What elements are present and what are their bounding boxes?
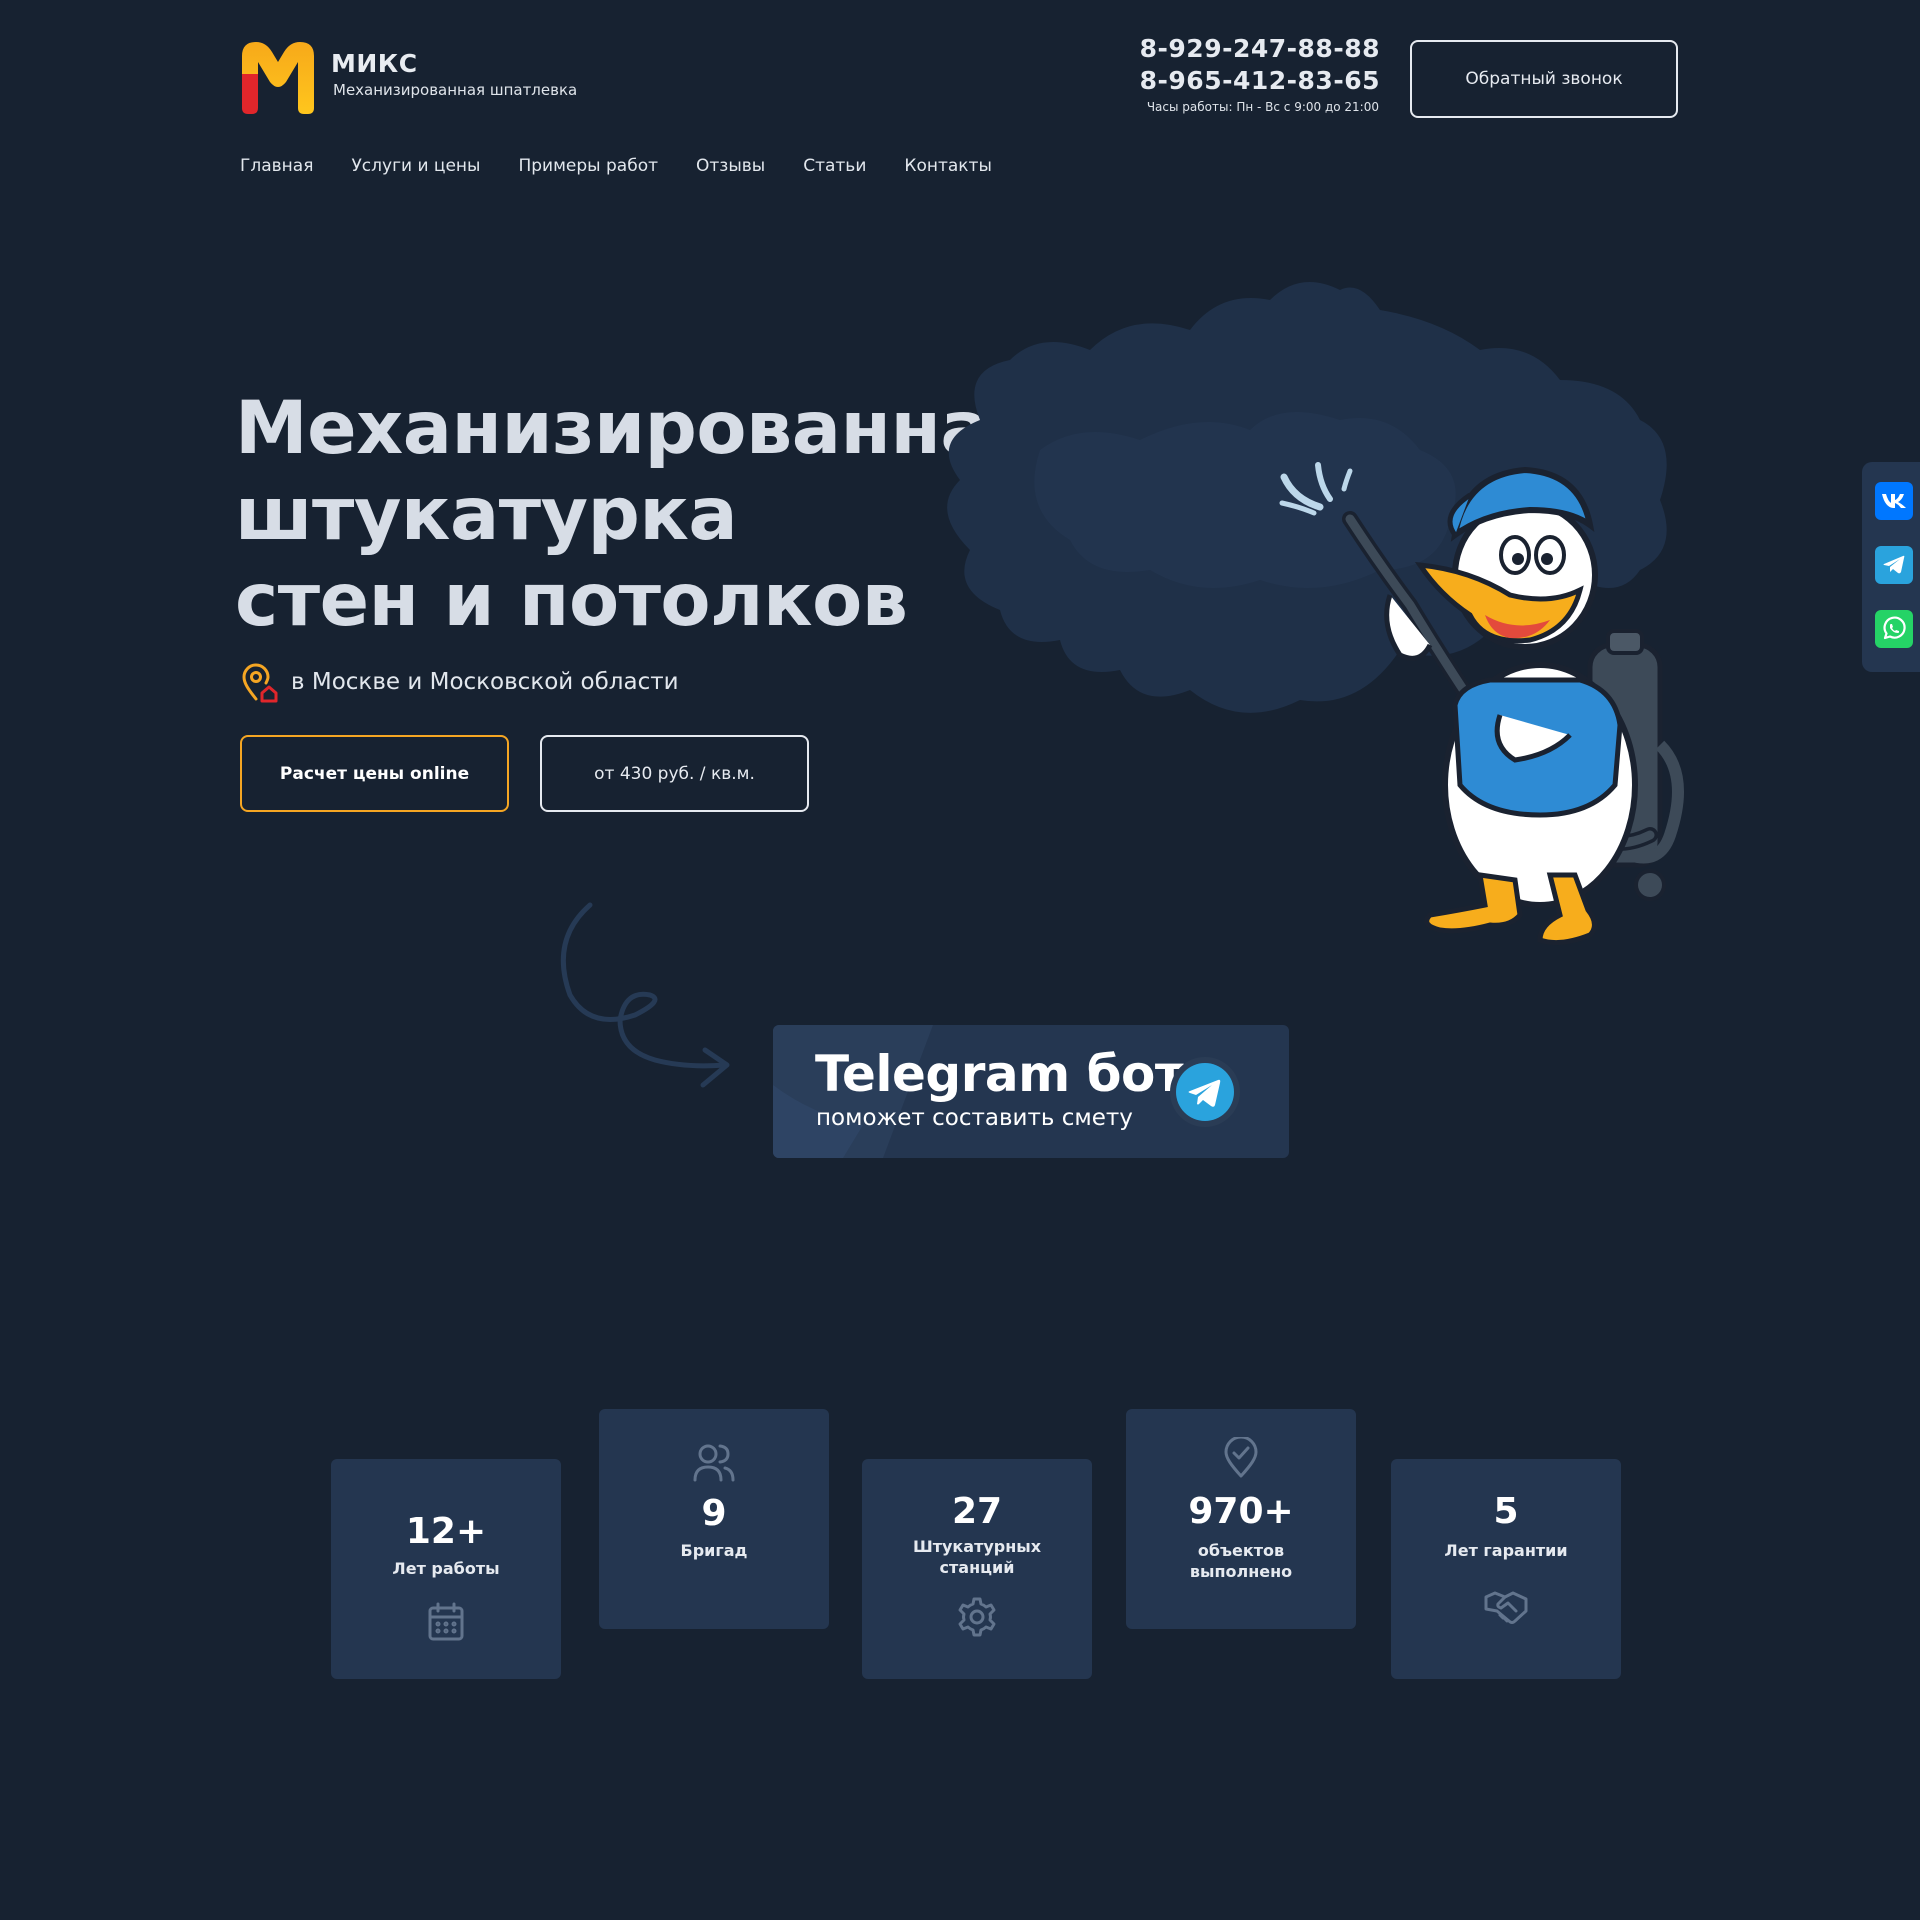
logo-subtitle: Механизированная шпатлевка [333, 81, 578, 99]
vk-icon[interactable] [1875, 482, 1913, 520]
telegram-card-subtitle: поможет составить смету [816, 1105, 1133, 1131]
stat-card-years: 12+ Лет работы [331, 1459, 561, 1679]
price-button[interactable]: от 430 руб. / кв.м. [540, 735, 809, 812]
logo-icon[interactable] [240, 40, 316, 116]
calendar-icon [426, 1601, 466, 1643]
telegram-card-title: Telegram бот [815, 1045, 1184, 1103]
telegram-bot-card[interactable]: Telegram бот поможет составить смету [773, 1025, 1289, 1158]
telegram-social-icon[interactable] [1875, 546, 1913, 584]
duck-mascot-illustration [1270, 455, 1690, 955]
nav-item-home[interactable]: Главная [240, 156, 313, 176]
nav-item-articles[interactable]: Статьи [803, 156, 866, 176]
stat-label: Лет гарантии [1444, 1541, 1568, 1560]
social-sidebar [1862, 462, 1920, 672]
nav-item-portfolio[interactable]: Примеры работ [518, 156, 658, 176]
calc-price-button[interactable]: Расчет цены online [240, 735, 509, 812]
gear-icon [956, 1596, 998, 1638]
nav-item-contacts[interactable]: Контакты [904, 156, 992, 176]
hero-title: Механизированная штукатурка стен и потол… [235, 386, 1036, 643]
phone-number-2[interactable]: 8-965-412-83-65 [1140, 66, 1380, 95]
stat-label: Штукатурных станций [912, 1537, 1042, 1577]
curly-arrow-decoration [555, 900, 735, 1095]
stat-label: объектов выполнено [1189, 1541, 1293, 1581]
stat-value: 970+ [1188, 1491, 1294, 1532]
nav-item-services[interactable]: Услуги и цены [351, 156, 480, 176]
handshake-icon [1483, 1587, 1529, 1627]
location-home-icon [240, 663, 278, 703]
map-pin-check-icon [1223, 1437, 1259, 1479]
stat-value: 27 [951, 1491, 1003, 1532]
main-nav: Главная Услуги и цены Примеры работ Отзы… [240, 156, 1030, 176]
stat-card-warranty: 5 Лет гарантии [1391, 1459, 1621, 1679]
phone-number-1[interactable]: 8-929-247-88-88 [1140, 34, 1380, 63]
telegram-icon [1170, 1057, 1240, 1127]
stat-card-objects: 970+ объектов выполнено [1126, 1409, 1356, 1629]
stat-value: 12+ [405, 1511, 487, 1552]
users-icon [692, 1441, 736, 1483]
whatsapp-icon[interactable] [1875, 610, 1913, 648]
logo-title: МИКС [331, 49, 418, 78]
stat-card-stations: 27 Штукатурных станций [862, 1459, 1092, 1679]
stat-value: 9 [701, 1493, 727, 1534]
stat-label: Лет работы [392, 1559, 500, 1578]
working-hours: Часы работы: Пн - Вс с 9:00 до 21:00 [1146, 100, 1379, 114]
stat-value: 5 [1493, 1491, 1519, 1532]
stat-card-brigades: 9 Бригад [599, 1409, 829, 1629]
nav-item-reviews[interactable]: Отзывы [696, 156, 765, 176]
location-text: в Москве и Московской области [291, 669, 679, 695]
stat-label: Бригад [680, 1541, 748, 1560]
callback-button[interactable]: Обратный звонок [1410, 40, 1678, 118]
